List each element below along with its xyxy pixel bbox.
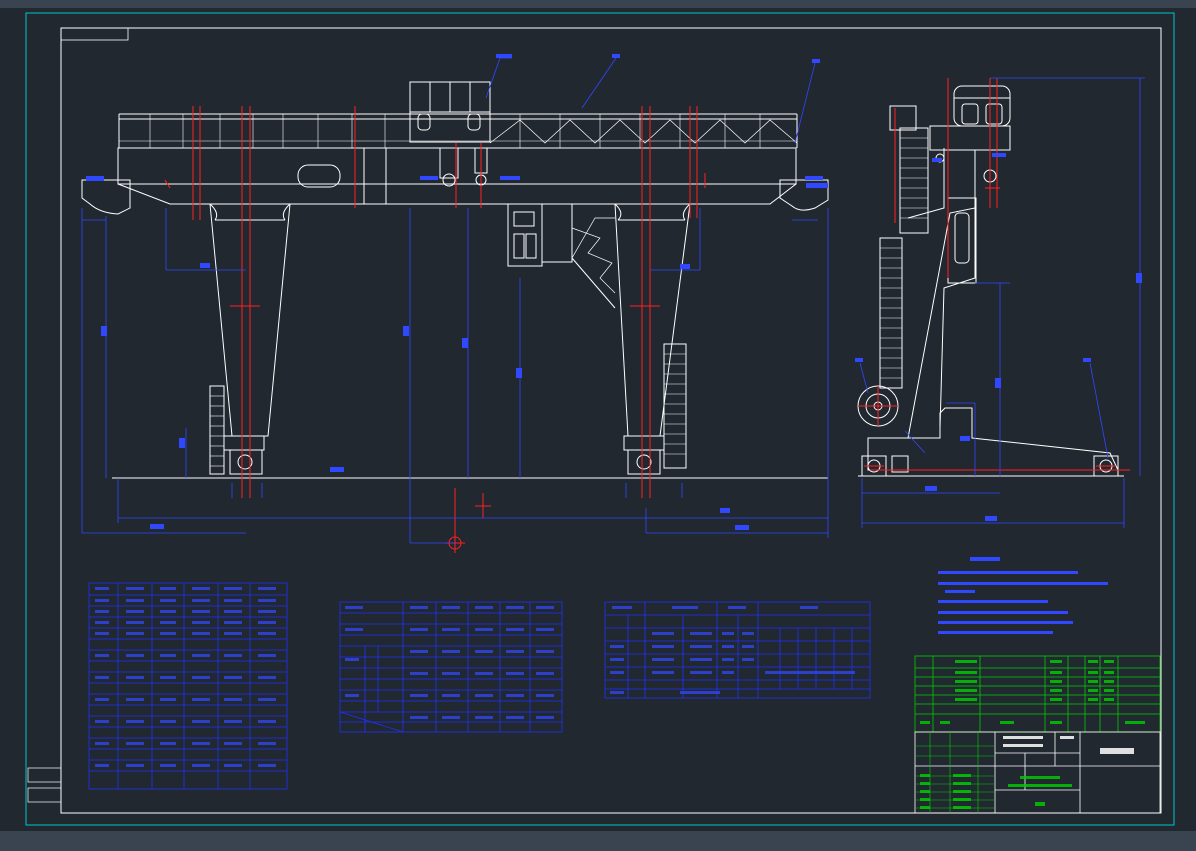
front-dimension-ticks [86, 176, 828, 530]
title-block-white-text [1003, 736, 1134, 754]
spec-table-1 [88, 582, 288, 790]
drawing-svg [25, 12, 1175, 826]
gantry-crane-front-view [81, 81, 829, 479]
top-toolbar [0, 0, 1196, 8]
title-block-text [920, 660, 1145, 809]
parts-list-table [914, 655, 1161, 733]
table-cell-text [95, 587, 855, 767]
front-dimensions [81, 57, 829, 544]
left-margin-boxes [27, 767, 62, 803]
side-dimensions [859, 77, 1145, 528]
side-centerlines [858, 78, 1130, 471]
spec-table-2 [339, 601, 563, 733]
stamp-box [60, 27, 129, 41]
status-bar [0, 831, 1196, 851]
cad-drawing-canvas[interactable] [0, 8, 1196, 831]
spec-table-3 [604, 601, 871, 699]
technical-notes [938, 557, 1108, 634]
gantry-crane-side-view [857, 85, 1124, 477]
front-centerlines [164, 106, 706, 553]
leader-labels [496, 54, 1091, 362]
